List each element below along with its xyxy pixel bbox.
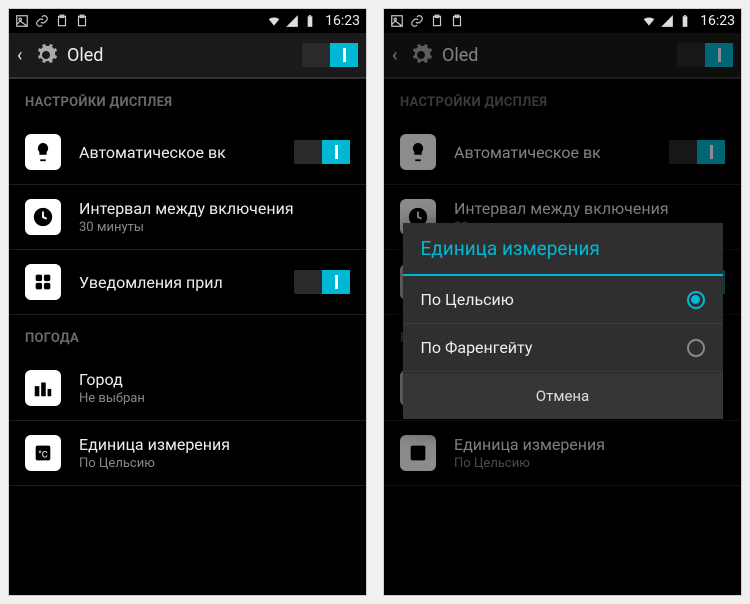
gear-icon [33, 42, 59, 68]
clipboard-icon-2 [75, 14, 89, 28]
battery-icon [303, 14, 317, 28]
app-title: Oled [67, 45, 302, 66]
row-unit[interactable]: °C Единица измерения По Цельсию [9, 421, 366, 486]
clipboard-icon [55, 14, 69, 28]
dialog-option-celsius[interactable]: По Цельсию [403, 276, 723, 324]
city-icon [25, 370, 61, 406]
phone-left: 16:23 ‹ Oled НАСТРОЙКИ ДИСПЛЕЯ Автоматич… [8, 8, 367, 596]
row-auto-on[interactable]: Автоматическое вк [9, 120, 366, 185]
row-city[interactable]: Город Не выбран [9, 356, 366, 421]
unit-icon: °C [25, 435, 61, 471]
unit-dialog: Единица измерения По Цельсию По Фаренгей… [403, 223, 723, 419]
row-notifications[interactable]: Уведомления прил [9, 250, 366, 315]
link-icon [35, 14, 49, 28]
notifications-toggle[interactable] [294, 270, 350, 294]
section-header-display: НАСТРОЙКИ ДИСПЛЕЯ [9, 79, 366, 120]
auto-on-toggle[interactable] [294, 140, 350, 164]
row-title: Уведомления прил [79, 273, 286, 292]
picture-icon [15, 14, 29, 28]
apps-icon [25, 264, 61, 300]
dialog-cancel-button[interactable]: Отмена [403, 372, 723, 419]
dialog-scrim[interactable]: Единица измерения По Цельсию По Фаренгей… [384, 9, 741, 595]
section-header-weather: ПОГОДА [9, 315, 366, 356]
clock-text: 16:23 [325, 13, 360, 29]
settings-content: НАСТРОЙКИ ДИСПЛЕЯ Автоматическое вк Инте… [9, 79, 366, 486]
radio-icon [687, 339, 705, 357]
dialog-option-fahrenheit[interactable]: По Фаренгейту [403, 324, 723, 372]
row-title: Автоматическое вк [79, 143, 286, 162]
back-icon[interactable]: ‹ [17, 45, 31, 66]
row-sub: Не выбран [79, 391, 350, 406]
option-label: По Фаренгейту [421, 338, 533, 357]
svg-text:°C: °C [38, 451, 47, 461]
clock-icon [25, 199, 61, 235]
bulb-icon [25, 134, 61, 170]
option-label: По Цельсию [421, 290, 514, 309]
actionbar: ‹ Oled [9, 33, 366, 79]
phone-right: 16:23 ‹ Oled НАСТРОЙКИ ДИСПЛЕЯ Автоматич… [383, 8, 742, 596]
row-title: Город [79, 370, 350, 389]
main-toggle[interactable] [302, 43, 358, 67]
signal-icon [285, 14, 299, 28]
radio-icon [687, 291, 705, 309]
wifi-icon [267, 14, 281, 28]
dialog-title: Единица измерения [403, 223, 723, 276]
row-sub: 30 минуты [79, 220, 350, 235]
row-interval[interactable]: Интервал между включения 30 минуты [9, 185, 366, 250]
statusbar: 16:23 [9, 9, 366, 33]
row-title: Единица измерения [79, 435, 350, 454]
row-sub: По Цельсию [79, 456, 350, 471]
row-title: Интервал между включения [79, 199, 350, 218]
